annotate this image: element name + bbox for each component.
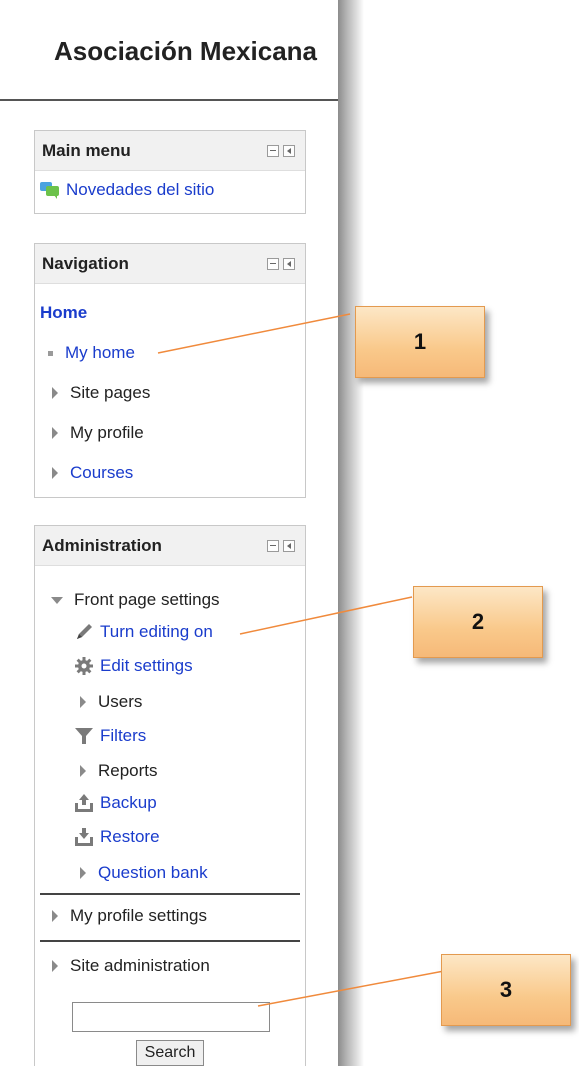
callout-leaders	[157, 313, 461, 1007]
leader-line-3	[257, 967, 461, 1007]
callout-3: 3	[441, 954, 571, 1026]
leader-line-2	[239, 596, 413, 635]
callout-1: 1	[355, 306, 485, 378]
leader-line-1	[157, 313, 351, 354]
callout-2: 2	[413, 586, 543, 658]
